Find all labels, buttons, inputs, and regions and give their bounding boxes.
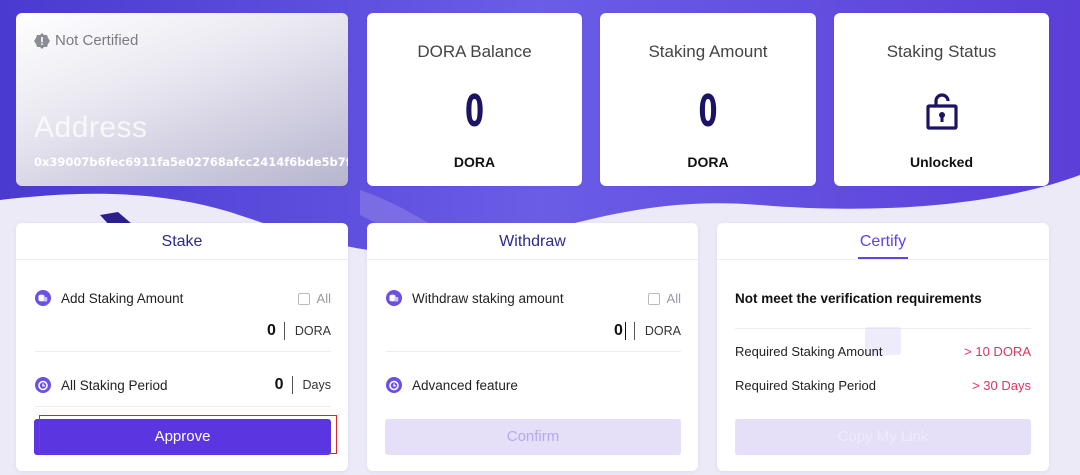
staking-period-input[interactable]: 0 Days bbox=[275, 376, 331, 394]
input-separator bbox=[283, 322, 285, 340]
staking-amount-value: 0 bbox=[698, 86, 718, 137]
clock-icon bbox=[35, 377, 51, 393]
requirement-value: > 10 DORA bbox=[964, 344, 1031, 359]
stake-amount-input[interactable]: 0 DORA bbox=[267, 322, 331, 340]
staking-period-value[interactable]: 0 bbox=[275, 376, 284, 394]
text-cursor bbox=[624, 322, 626, 340]
stake-all-checkbox[interactable]: All bbox=[297, 291, 331, 306]
staking-amount-unit: DORA bbox=[687, 154, 729, 170]
advanced-feature-row[interactable]: Advanced feature bbox=[386, 377, 518, 393]
staking-status-card: Staking Status Unlocked bbox=[834, 13, 1049, 186]
requirement-label: Required Staking Amount bbox=[735, 344, 883, 359]
confirm-button[interactable]: Confirm bbox=[385, 419, 681, 455]
divider bbox=[386, 351, 681, 352]
input-separator bbox=[633, 322, 635, 340]
staking-amount-card: Staking Amount 0 DORA bbox=[600, 13, 816, 186]
coins-icon bbox=[386, 290, 402, 306]
withdraw-amount-input[interactable]: 0 DORA bbox=[614, 322, 681, 340]
requirement-row: Required Staking Period > 30 Days bbox=[735, 378, 1031, 393]
copy-link-button[interactable]: Copy My Link bbox=[735, 419, 1031, 455]
certify-tab-bar: Certify bbox=[717, 223, 1049, 260]
withdraw-amount-unit: DORA bbox=[644, 324, 681, 338]
stake-amount-value[interactable]: 0 bbox=[267, 322, 276, 340]
staking-status-value: Unlocked bbox=[909, 154, 973, 170]
tab-certify[interactable]: Certify bbox=[857, 223, 909, 259]
requirement-label: Required Staking Period bbox=[735, 378, 876, 393]
staking-period-row: All Staking Period bbox=[35, 377, 168, 393]
warning-badge-icon bbox=[34, 32, 50, 49]
withdraw-amount-value[interactable]: 0 bbox=[614, 322, 623, 340]
unlock-icon bbox=[925, 93, 958, 130]
stake-panel-title: Stake bbox=[16, 223, 348, 260]
dora-balance-card: DORA Balance 0 DORA bbox=[367, 13, 582, 186]
certify-panel: Certify Not meet the verification requir… bbox=[717, 223, 1049, 471]
staking-amount-title: Staking Amount bbox=[648, 42, 768, 61]
advanced-feature-label[interactable]: Advanced feature bbox=[412, 378, 518, 393]
dora-balance-title: DORA Balance bbox=[417, 42, 532, 61]
stake-all-checkbox-box[interactable] bbox=[297, 292, 310, 305]
approve-highlight-box bbox=[39, 415, 337, 454]
withdraw-all-label: All bbox=[666, 291, 681, 306]
add-staking-amount-label: Add Staking Amount bbox=[61, 290, 184, 306]
withdraw-amount-label: Withdraw staking amount bbox=[412, 290, 564, 306]
address-card: Not Certified Address 0x39007b6fec6911fa… bbox=[16, 13, 348, 186]
withdraw-amount-row: Withdraw staking amount bbox=[386, 290, 564, 306]
coins-icon bbox=[35, 290, 51, 306]
dora-balance-value: 0 bbox=[465, 86, 484, 137]
staking-status-title: Staking Status bbox=[886, 42, 997, 61]
clock-icon bbox=[386, 377, 402, 393]
requirement-row: Required Staking Amount > 10 DORA bbox=[735, 344, 1031, 359]
add-staking-amount-row: Add Staking Amount bbox=[35, 290, 183, 306]
staking-period-label: All Staking Period bbox=[61, 377, 168, 393]
requirement-value: > 30 Days bbox=[972, 378, 1031, 393]
certification-status: Not Certified bbox=[34, 32, 138, 49]
withdraw-panel: Withdraw Withdraw staking amount All 0 D… bbox=[367, 223, 698, 471]
divider bbox=[35, 406, 331, 407]
requirement-status: Not meet the verification requirements bbox=[735, 291, 982, 306]
withdraw-all-checkbox[interactable]: All bbox=[647, 291, 681, 306]
staking-period-unit: Days bbox=[302, 378, 331, 392]
address-label: Address bbox=[34, 111, 148, 144]
withdraw-all-checkbox-box[interactable] bbox=[647, 292, 660, 305]
input-separator bbox=[291, 376, 293, 394]
dora-balance-unit: DORA bbox=[453, 154, 496, 170]
divider bbox=[35, 351, 331, 352]
withdraw-panel-title: Withdraw bbox=[367, 223, 698, 260]
wallet-address: 0x39007b6fec6911fa5e02768afcc2414f6bde5b… bbox=[34, 155, 348, 169]
cert-status-label: Not Certified bbox=[55, 32, 139, 49]
stake-amount-unit: DORA bbox=[294, 324, 331, 338]
stake-all-label: All bbox=[316, 291, 331, 306]
